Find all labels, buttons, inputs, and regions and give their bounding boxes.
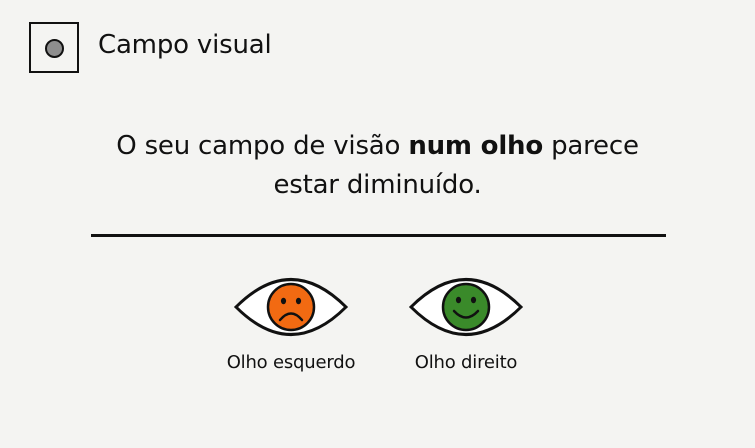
message-part-1: O seu campo de visão <box>116 131 409 161</box>
eye-left-label: Olho esquerdo <box>226 352 356 373</box>
eye-left: Olho esquerdo <box>201 272 381 374</box>
eye-right: Olho direito <box>376 272 556 374</box>
message-part-2: parece <box>543 131 639 161</box>
radio-dot <box>45 39 64 58</box>
happy-face-icon <box>409 278 523 336</box>
eye-right-label: Olho direito <box>414 352 518 373</box>
status-message: O seu campo de visão num olho parece est… <box>0 127 755 205</box>
message-emphasis: num olho <box>408 131 544 161</box>
divider <box>91 234 666 237</box>
radio-dot-icon <box>29 22 79 73</box>
message-line-1: O seu campo de visão num olho parece <box>0 127 755 166</box>
sad-face-icon <box>234 278 348 336</box>
page-title: Campo visual <box>98 30 272 60</box>
message-line-2: estar diminuído. <box>273 170 482 200</box>
